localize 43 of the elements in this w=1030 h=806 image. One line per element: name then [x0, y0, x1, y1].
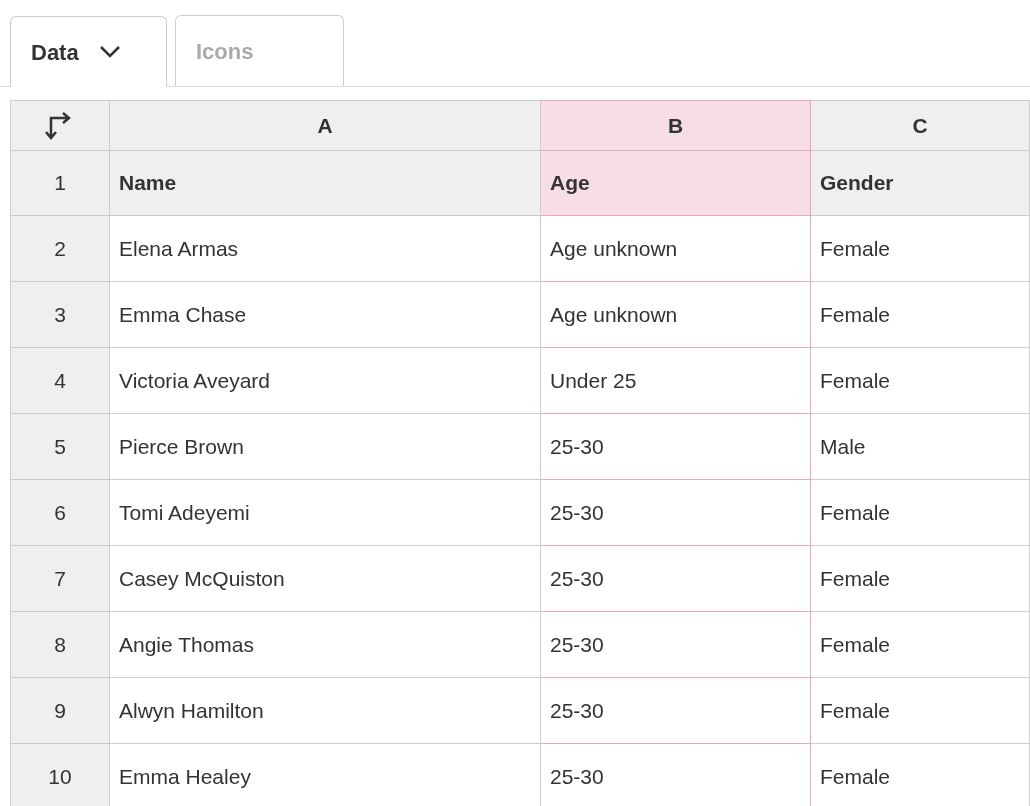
row-number[interactable]: 10 [10, 744, 110, 806]
table-cell: Elena Armas [110, 216, 541, 282]
table-cell: Alwyn Hamilton [110, 678, 541, 744]
table-cell: Age unknown [541, 216, 811, 282]
table-cell: Female [811, 348, 1030, 414]
row-number[interactable]: 1 [10, 151, 110, 216]
row-number[interactable]: 8 [10, 612, 110, 678]
table-cell: 25-30 [541, 546, 811, 612]
table-cell: Female [811, 480, 1030, 546]
table-cell: 25-30 [541, 414, 811, 480]
row-number[interactable]: 5 [10, 414, 110, 480]
chevron-down-icon [98, 45, 121, 59]
table-cell: Tomi Adeyemi [110, 480, 541, 546]
table-cell: Female [811, 612, 1030, 678]
header-cell: Age [541, 151, 811, 216]
table-cell: 25-30 [541, 612, 811, 678]
row-number[interactable]: 2 [10, 216, 110, 282]
row-number[interactable]: 7 [10, 546, 110, 612]
table-cell: Pierce Brown [110, 414, 541, 480]
table-cell: Female [811, 282, 1030, 348]
table-cell: Under 25 [541, 348, 811, 414]
header-cell: Gender [811, 151, 1030, 216]
table-cell: Casey McQuiston [110, 546, 541, 612]
header-cell: Name [110, 151, 541, 216]
row-number[interactable]: 3 [10, 282, 110, 348]
table-cell: Female [811, 216, 1030, 282]
table-cell: Angie Thomas [110, 612, 541, 678]
table-cell: Female [811, 546, 1030, 612]
table-cell: Emma Chase [110, 282, 541, 348]
table-cell: 25-30 [541, 678, 811, 744]
table-cell: Age unknown [541, 282, 811, 348]
corner-cell[interactable] [10, 100, 110, 151]
table-cell: Victoria Aveyard [110, 348, 541, 414]
table-cell: 25-30 [541, 480, 811, 546]
row-number[interactable]: 4 [10, 348, 110, 414]
column-header[interactable]: C [811, 100, 1030, 151]
table-cell: Male [811, 414, 1030, 480]
row-number[interactable]: 9 [10, 678, 110, 744]
column-header[interactable]: B [541, 100, 811, 151]
row-number[interactable]: 6 [10, 480, 110, 546]
column-header[interactable]: A [110, 100, 541, 151]
table-cell: Female [811, 678, 1030, 744]
tab[interactable]: Data [10, 16, 167, 87]
